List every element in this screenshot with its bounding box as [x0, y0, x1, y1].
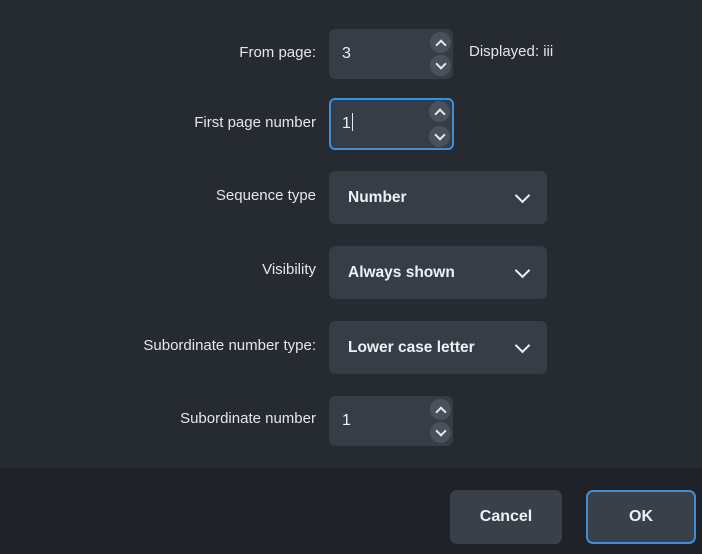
- increment-button[interactable]: [430, 399, 451, 420]
- chevron-up-icon: [434, 405, 447, 418]
- cancel-button[interactable]: Cancel: [450, 490, 562, 544]
- subordinate-number-stepper[interactable]: 1: [329, 396, 453, 446]
- first-page-number-label: First page number: [194, 114, 316, 131]
- visibility-label: Visibility: [262, 261, 316, 278]
- decrement-button[interactable]: [430, 55, 451, 76]
- subordinate-number-value[interactable]: 1: [342, 396, 351, 446]
- from-page-value[interactable]: 3: [342, 29, 351, 79]
- from-page-stepper[interactable]: 3: [329, 29, 453, 79]
- stepper-buttons: [427, 29, 453, 79]
- increment-button[interactable]: [429, 101, 450, 122]
- chevron-up-icon: [434, 38, 447, 51]
- chevron-down-icon: [434, 424, 447, 437]
- sequence-type-value: Number: [348, 189, 407, 206]
- chevron-up-icon: [433, 107, 446, 120]
- chevron-down-icon: [433, 128, 446, 141]
- text-caret: [351, 113, 353, 131]
- sequence-type-label: Sequence type: [215, 187, 316, 204]
- displayed-page-label: Displayed: iii: [469, 43, 554, 60]
- subordinate-number-type-value: Lower case letter: [348, 339, 475, 356]
- chevron-down-icon: [514, 337, 531, 354]
- sequence-type-select[interactable]: Number: [329, 171, 547, 224]
- chevron-down-icon: [434, 57, 447, 70]
- chevron-down-icon: [514, 187, 531, 204]
- chevron-down-icon: [514, 262, 531, 279]
- first-page-number-stepper[interactable]: 1: [329, 98, 454, 150]
- subordinate-number-type-select[interactable]: Lower case letter: [329, 321, 547, 374]
- stepper-buttons: [427, 396, 453, 446]
- subordinate-number-type-label: Subordinate number type:: [143, 337, 316, 354]
- stepper-buttons: [426, 100, 452, 148]
- increment-button[interactable]: [430, 32, 451, 53]
- subordinate-number-label: Subordinate number: [180, 410, 316, 427]
- ok-button[interactable]: OK: [586, 490, 696, 544]
- decrement-button[interactable]: [429, 126, 450, 147]
- visibility-value: Always shown: [348, 264, 455, 281]
- from-page-label: From page:: [239, 44, 316, 61]
- visibility-select[interactable]: Always shown: [329, 246, 547, 299]
- first-page-number-value[interactable]: 1: [342, 100, 353, 148]
- decrement-button[interactable]: [430, 422, 451, 443]
